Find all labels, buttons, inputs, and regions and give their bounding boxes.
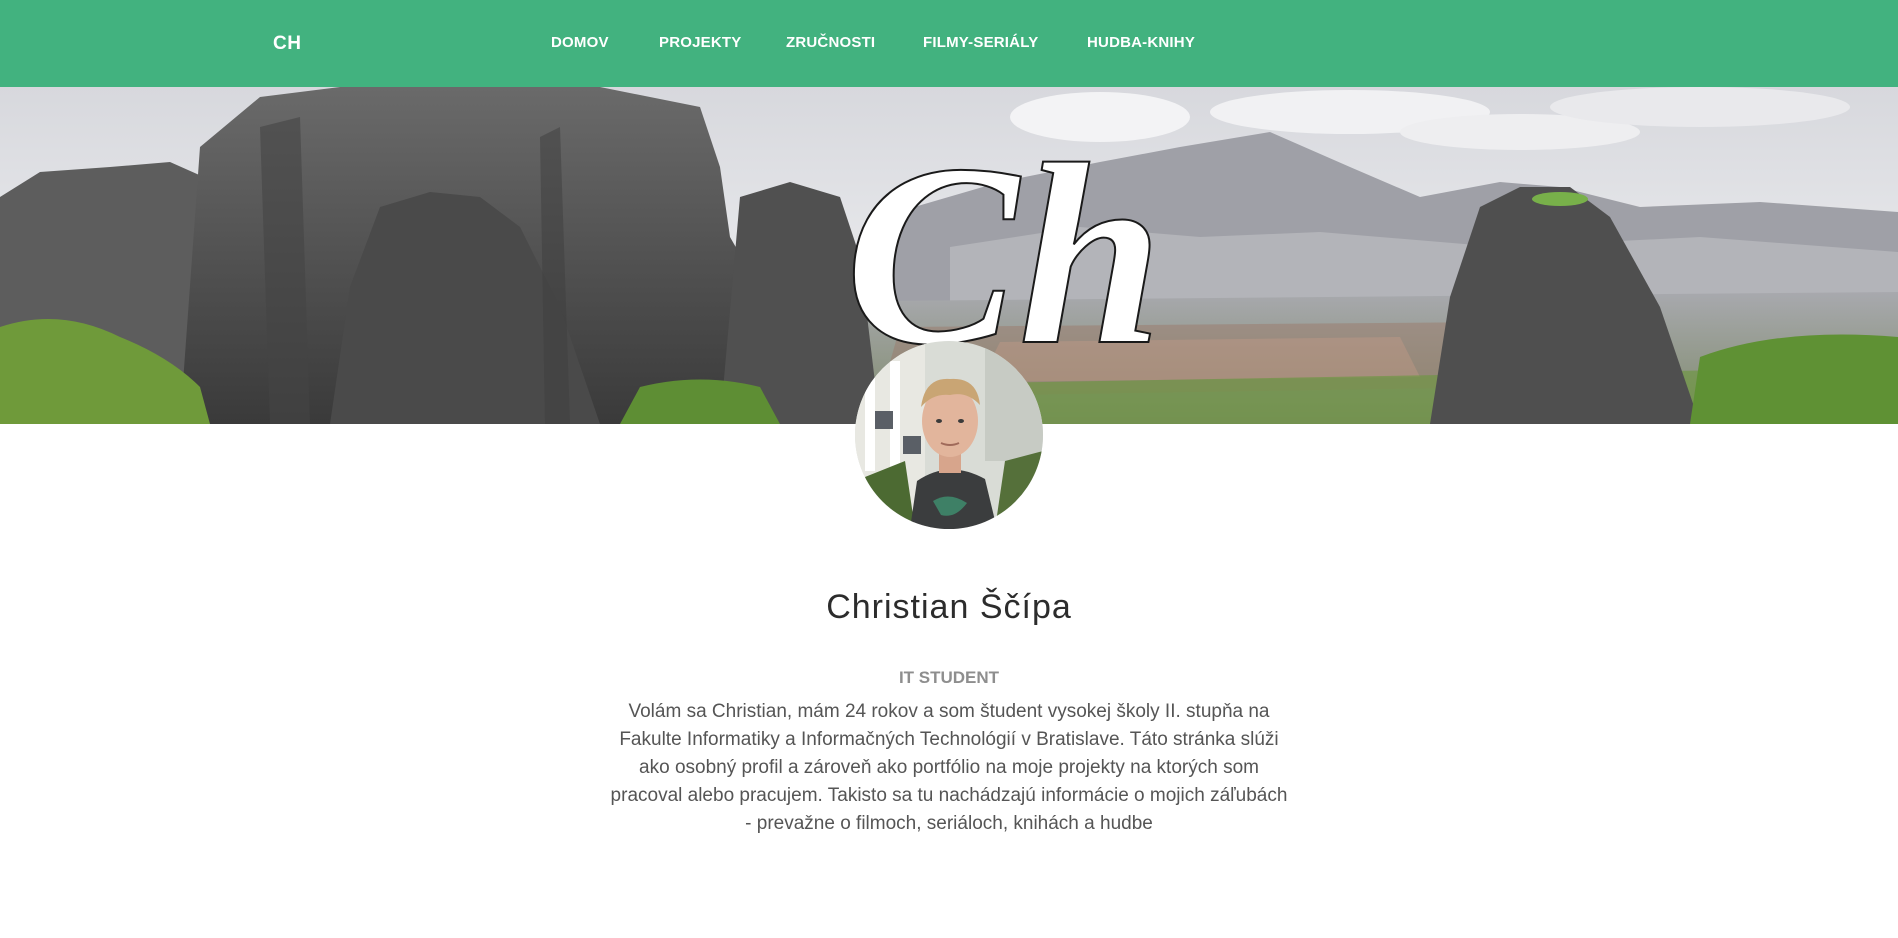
profile-avatar [855,341,1043,529]
nav-item-filmy-serialy[interactable]: FILMY-SERIÁLY [923,0,1038,87]
nav-item-domov[interactable]: DOMOV [551,0,609,87]
avatar-photo [855,341,1043,529]
profile-role: IT STUDENT [898,668,1000,687]
top-navbar: CH DOMOV PROJEKTY ZRUČNOSTI FILMY-SERIÁL… [0,0,1898,87]
brand-logo-link[interactable]: CH [273,0,301,87]
nav-item-projekty[interactable]: PROJEKTY [659,0,741,87]
nav-item-hudba-knihy[interactable]: HUDBA-KNIHY [1087,0,1195,87]
nav-item-zrucnosti[interactable]: ZRUČNOSTI [786,0,875,87]
profile-bio: Volám sa Christian, mám 24 rokov a som š… [610,701,1288,834]
hero-logo-text: Ch [845,111,1163,399]
profile-name: Christian Ščípa [826,588,1072,626]
